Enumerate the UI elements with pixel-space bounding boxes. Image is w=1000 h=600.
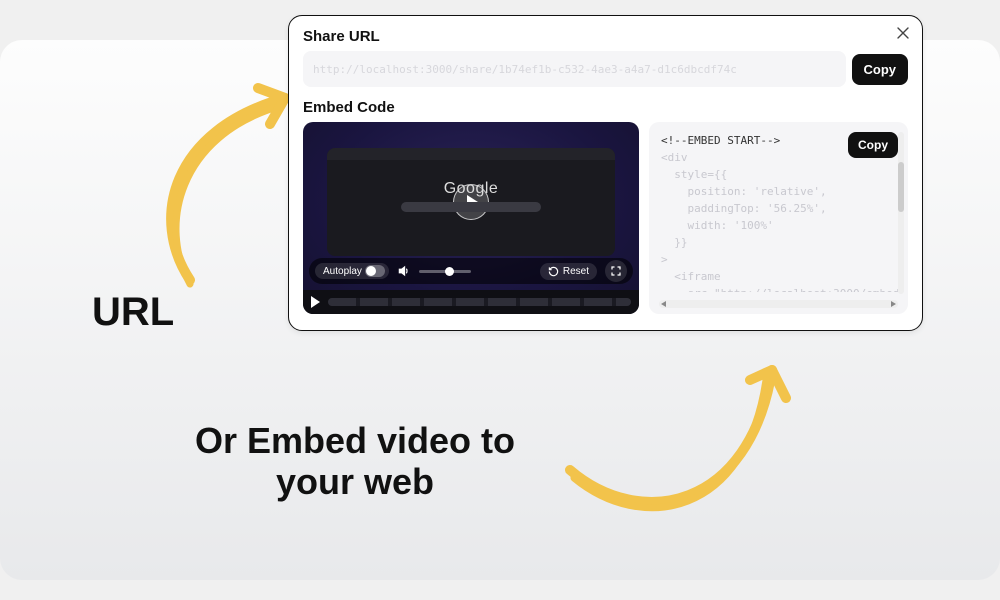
play-mini-icon[interactable]: [311, 296, 320, 308]
share-url-title: Share URL: [303, 28, 908, 45]
embed-code-title: Embed Code: [303, 99, 908, 116]
copy-url-button[interactable]: Copy: [852, 54, 909, 85]
reset-button[interactable]: Reset: [540, 263, 597, 280]
autoplay-toggle[interactable]: Autoplay: [315, 263, 389, 279]
fullscreen-button[interactable]: [605, 260, 627, 282]
autoplay-label: Autoplay: [323, 266, 362, 277]
reset-label: Reset: [563, 266, 589, 277]
page-logo-text: Google: [444, 180, 499, 198]
copy-embed-button[interactable]: Copy: [848, 132, 898, 158]
close-icon[interactable]: [894, 24, 912, 42]
video-timeline[interactable]: [303, 290, 639, 314]
video-preview[interactable]: Google Autoplay: [303, 122, 639, 314]
timeline-track[interactable]: [328, 298, 631, 306]
url-callout-text: URL: [92, 290, 174, 335]
embed-callout-text: Or Embed video to your web: [175, 420, 535, 503]
video-controls-bar: Autoplay Reset: [309, 258, 633, 284]
share-url-field[interactable]: http://localhost:3000/share/1b74ef1b-c53…: [303, 51, 846, 87]
code-horizontal-scrollbar[interactable]: [659, 300, 898, 308]
volume-icon[interactable]: [397, 264, 411, 278]
volume-slider[interactable]: [419, 270, 471, 273]
browser-mock: Google: [327, 148, 615, 256]
page-searchbar-mock: [401, 202, 541, 212]
switch-icon[interactable]: [365, 265, 385, 277]
code-vertical-scrollbar[interactable]: [898, 132, 904, 294]
share-dialog: Share URL http://localhost:3000/share/1b…: [288, 15, 923, 331]
embed-code-panel: Copy <!--EMBED START--> <div style={{ po…: [649, 122, 908, 314]
